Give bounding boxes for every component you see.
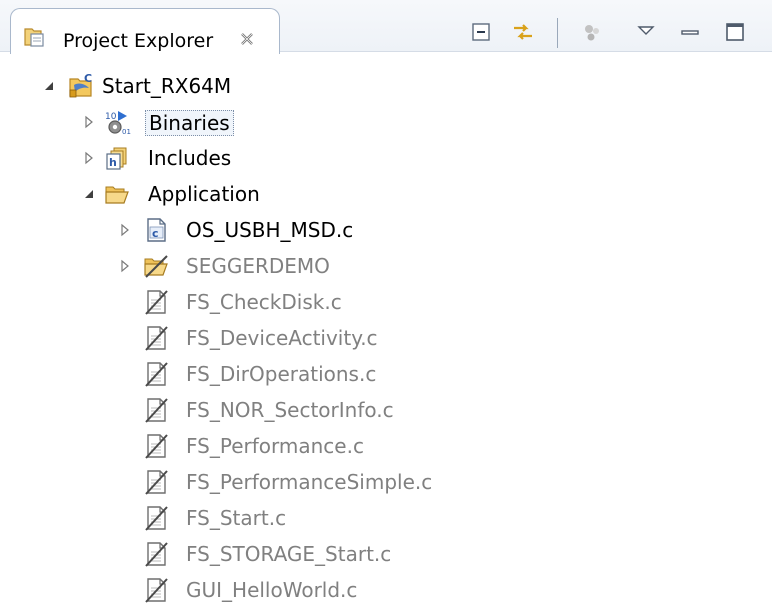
tree-item-file[interactable]: FS_Performance.c	[0, 428, 772, 464]
project-explorer-view: Project Explorer C Start_RX64M 10 01 Bin…	[0, 0, 772, 604]
tree-label-file[interactable]: FS_DeviceActivity.c	[183, 326, 381, 350]
tree-item-file[interactable]: FS_NOR_SectorInfo.c	[0, 392, 772, 428]
tree-item-file[interactable]: FS_DeviceActivity.c	[0, 320, 772, 356]
tree-label-file[interactable]: FS_Performance.c	[183, 434, 367, 458]
tree-item-includes[interactable]: h Includes	[0, 140, 772, 176]
collapsed-twisty-icon[interactable]	[118, 223, 132, 237]
tree-label-file[interactable]: FS_DirOperations.c	[183, 362, 379, 386]
svg-text:C: C	[84, 72, 92, 85]
tree-label-project[interactable]: Start_RX64M	[99, 74, 234, 98]
tree-item-file[interactable]: GUI_HelloWorld.c	[0, 572, 772, 604]
svg-text:01: 01	[122, 128, 131, 136]
minimize-icon[interactable]	[678, 20, 702, 44]
tree-item-project[interactable]: C Start_RX64M	[0, 68, 772, 104]
tree-item-seggerdemo[interactable]: SEGGERDEMO	[0, 248, 772, 284]
customize-view-icon[interactable]	[580, 20, 604, 44]
excluded-c-file-icon	[142, 576, 170, 604]
c-project-icon: C	[69, 72, 92, 98]
excluded-c-file-icon	[142, 540, 170, 568]
collapsed-twisty-icon[interactable]	[118, 259, 132, 273]
maximize-icon[interactable]	[723, 20, 747, 44]
tree-label-application[interactable]: Application	[145, 182, 263, 206]
link-with-editor-icon[interactable]	[511, 20, 535, 44]
tree-label-file[interactable]: FS_CheckDisk.c	[183, 290, 345, 314]
project-explorer-tab[interactable]: Project Explorer	[10, 8, 280, 54]
collapsed-twisty-icon[interactable]	[82, 151, 96, 165]
tree-label-seggerdemo[interactable]: SEGGERDEMO	[183, 254, 333, 278]
toolbar-separator	[557, 18, 558, 48]
close-x-icon[interactable]	[237, 29, 257, 49]
open-folder-icon	[105, 186, 129, 204]
project-tree: C Start_RX64M 10 01 Binaries h Includes …	[0, 54, 772, 604]
tree-label-file[interactable]: FS_PerformanceSimple.c	[183, 470, 435, 494]
tree-item-binaries[interactable]: 10 01 Binaries	[0, 104, 772, 140]
svg-text:h: h	[109, 156, 117, 169]
view-header: Project Explorer	[0, 0, 772, 54]
includes-icon: h	[106, 147, 127, 170]
excluded-c-file-icon	[142, 396, 170, 424]
c-source-file-icon: c	[147, 218, 166, 242]
excluded-c-file-icon	[142, 324, 170, 352]
tree-label-os-usbh-msd[interactable]: OS_USBH_MSD.c	[183, 218, 356, 242]
tree-item-file[interactable]: FS_DirOperations.c	[0, 356, 772, 392]
tree-item-application[interactable]: Application	[0, 176, 772, 212]
project-explorer-icon	[24, 28, 44, 47]
excluded-folder-icon	[144, 255, 168, 278]
tree-label-file[interactable]: FS_NOR_SectorInfo.c	[183, 398, 397, 422]
tree-label-file[interactable]: GUI_HelloWorld.c	[183, 578, 360, 602]
view-menu-chevron-icon[interactable]	[634, 20, 658, 44]
view-title: Project Explorer	[63, 30, 214, 52]
excluded-c-file-icon	[142, 288, 170, 316]
excluded-c-file-icon	[142, 432, 170, 460]
tree-item-file[interactable]: FS_CheckDisk.c	[0, 284, 772, 320]
excluded-c-file-icon	[142, 504, 170, 532]
tree-label-file[interactable]: FS_Start.c	[183, 506, 289, 530]
expanded-twisty-icon[interactable]	[82, 187, 96, 201]
tree-item-file[interactable]: FS_STORAGE_Start.c	[0, 536, 772, 572]
svg-text:c: c	[152, 227, 159, 240]
binaries-icon: 10 01	[105, 111, 131, 136]
collapsed-twisty-icon[interactable]	[82, 115, 96, 129]
excluded-c-file-icon	[142, 360, 170, 388]
tree-label-includes[interactable]: Includes	[145, 146, 234, 170]
tree-item-file[interactable]: FS_PerformanceSimple.c	[0, 464, 772, 500]
tree-item-os-usbh-msd[interactable]: c OS_USBH_MSD.c	[0, 212, 772, 248]
tree-item-file[interactable]: FS_Start.c	[0, 500, 772, 536]
excluded-c-file-icon	[142, 468, 170, 496]
collapse-all-icon[interactable]	[469, 20, 493, 44]
tree-label-file[interactable]: FS_STORAGE_Start.c	[183, 542, 394, 566]
expanded-twisty-icon[interactable]	[42, 79, 56, 93]
tree-label-binaries[interactable]: Binaries	[145, 110, 234, 136]
